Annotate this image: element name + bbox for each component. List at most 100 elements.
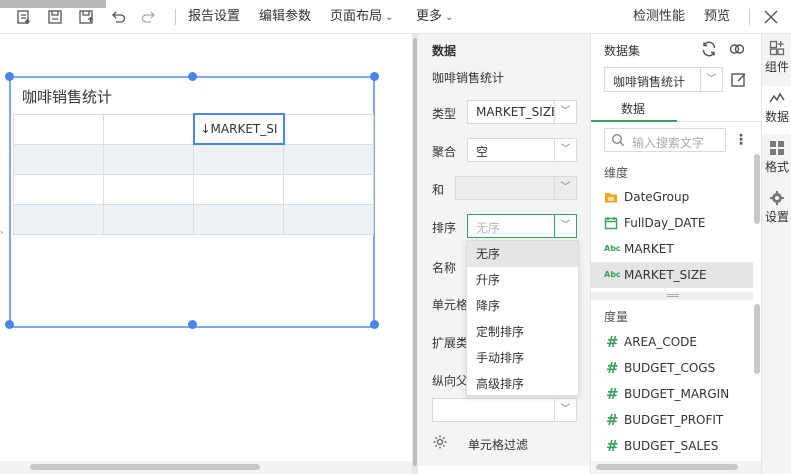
- field-name: DateGroup: [624, 190, 690, 204]
- tab-component[interactable]: 组件: [762, 36, 791, 84]
- table-cell[interactable]: [283, 203, 374, 235]
- table-component[interactable]: 咖啡销售统计 ↓MARKET_SI: [5, 72, 379, 329]
- scrollbar-thumb[interactable]: [596, 464, 738, 470]
- new-report-icon[interactable]: [16, 9, 32, 25]
- measure-field[interactable]: # BUDGET_PROFIT: [591, 407, 753, 433]
- tab-data[interactable]: 数据: [621, 100, 645, 117]
- name-label: 名称: [432, 261, 457, 275]
- more-options-icon[interactable]: ⋮: [734, 130, 748, 150]
- resize-handle[interactable]: [370, 320, 379, 329]
- close-icon[interactable]: [763, 9, 779, 25]
- resize-handle[interactable]: [5, 72, 14, 81]
- table-cell[interactable]: [13, 113, 104, 145]
- table-cell[interactable]: [193, 143, 284, 175]
- dataset-horizontal-scrollbar[interactable]: [591, 461, 762, 474]
- dataset-link-icon[interactable]: [728, 40, 746, 58]
- field-name: BUDGET_SALES: [624, 439, 719, 453]
- gear-icon: [769, 190, 785, 206]
- menu-edit-params[interactable]: 编辑参数: [259, 8, 311, 26]
- aggregation-select[interactable]: 空 ﹀: [467, 138, 577, 162]
- line-chart-icon: [769, 90, 785, 106]
- menu-more[interactable]: 更多 ⌄: [416, 8, 453, 26]
- right-tab-strip: 组件 数据 格式 设置: [761, 34, 791, 474]
- table-cell[interactable]: [283, 113, 374, 145]
- dimension-field[interactable]: DateGroup: [591, 184, 753, 210]
- save-as-icon[interactable]: [78, 9, 94, 25]
- vertical-parent-select[interactable]: ﹀: [432, 398, 577, 422]
- type-label: 类型: [432, 107, 457, 121]
- type-value: MARKET_SIZE: [476, 105, 554, 119]
- table-cell[interactable]: [13, 203, 104, 235]
- canvas-horizontal-scrollbar[interactable]: [0, 461, 412, 474]
- tab-format[interactable]: 格式: [762, 136, 791, 184]
- save-icon[interactable]: [47, 9, 63, 25]
- sort-option[interactable]: 高级排序: [467, 371, 578, 397]
- tab-label: 组件: [764, 60, 789, 74]
- table-cell[interactable]: [13, 143, 104, 175]
- dimension-field[interactable]: Abc MARKET_SIZE: [591, 262, 753, 288]
- resize-handle[interactable]: [5, 320, 14, 329]
- resize-handle[interactable]: [188, 320, 197, 329]
- dimension-field[interactable]: FullDay_DATE: [591, 210, 753, 236]
- resize-handle[interactable]: [188, 72, 197, 81]
- table-cell[interactable]: [283, 173, 374, 205]
- type-select[interactable]: MARKET_SIZE ﹀: [467, 100, 577, 124]
- table-cell[interactable]: [13, 173, 104, 205]
- refresh-icon[interactable]: [700, 40, 718, 58]
- tab-label: 设置: [764, 210, 789, 224]
- sort-select[interactable]: 无序 ﹀: [467, 214, 577, 238]
- preview-button[interactable]: 预览: [704, 8, 730, 26]
- table-cell[interactable]: [103, 113, 194, 145]
- field-name: MARKET_SIZE: [624, 268, 707, 282]
- dimension-field[interactable]: Abc MARKET: [591, 236, 753, 262]
- sort-label: 排序: [432, 221, 457, 235]
- resize-handle[interactable]: [370, 72, 379, 81]
- sort-placeholder: 无序: [476, 221, 501, 235]
- undo-icon[interactable]: [110, 9, 126, 25]
- component-icon: [769, 40, 785, 56]
- scrollbar-thumb[interactable]: [30, 464, 260, 470]
- and-select: ﹀: [455, 176, 577, 200]
- edit-icon[interactable]: [730, 71, 748, 89]
- selected-cell[interactable]: ↓MARKET_SI: [192, 113, 285, 145]
- detect-performance-button[interactable]: 检测性能: [633, 8, 685, 26]
- sort-option[interactable]: 无序: [467, 241, 578, 267]
- menu-report-settings[interactable]: 报告设置: [188, 8, 240, 26]
- table-cell[interactable]: [103, 203, 194, 235]
- table-cell[interactable]: [193, 173, 284, 205]
- sort-option[interactable]: 升序: [467, 267, 578, 293]
- table-cell[interactable]: [193, 203, 284, 235]
- expand-left-icon[interactable]: ›: [0, 228, 8, 246]
- dimension-scrollbar[interactable]: [754, 154, 760, 224]
- menu-page-layout[interactable]: 页面布局 ⌄: [330, 8, 393, 26]
- table-cell[interactable]: [103, 143, 194, 175]
- dataset-selected: 咖啡销售统计: [613, 75, 686, 89]
- chevron-down-icon: ﹀: [554, 101, 576, 123]
- top-toolbar: 报告设置 编辑参数 页面布局 ⌄ 更多 ⌄ 检测性能 预览: [0, 0, 791, 34]
- cell-filter-button[interactable]: 单元格过滤: [468, 436, 528, 453]
- vertical-parent-label: 纵向父: [432, 374, 469, 388]
- sort-option[interactable]: 降序: [467, 293, 578, 319]
- section-splitter[interactable]: [591, 292, 753, 300]
- dataset-select[interactable]: 咖啡销售统计 ﹀: [604, 67, 723, 92]
- redo-icon[interactable]: [141, 9, 157, 25]
- sort-option[interactable]: 定制排序: [467, 319, 578, 345]
- field-search-input[interactable]: 输入搜索文字: [604, 128, 726, 152]
- menu-more-label: 更多: [416, 9, 443, 24]
- number-icon: #: [606, 437, 619, 455]
- tab-data[interactable]: 数据: [762, 86, 791, 134]
- measure-field[interactable]: # AREA_CODE: [591, 329, 753, 355]
- measure-field[interactable]: # BUDGET_SALES: [591, 433, 753, 459]
- scrollbar-thumb[interactable]: [413, 38, 417, 466]
- field-name: AREA_CODE: [624, 335, 697, 349]
- measure-field[interactable]: # BUDGET_MARGIN: [591, 381, 753, 407]
- table-cell[interactable]: [283, 143, 374, 175]
- gear-icon[interactable]: [432, 434, 448, 450]
- dataset-name: 咖啡销售统计: [432, 71, 505, 85]
- table-cell[interactable]: [103, 173, 194, 205]
- chevron-down-icon: ﹀: [554, 215, 576, 237]
- sort-option[interactable]: 手动排序: [467, 345, 578, 371]
- tab-settings[interactable]: 设置: [762, 186, 791, 234]
- measure-scrollbar[interactable]: [754, 304, 760, 374]
- measure-field[interactable]: # BUDGET_COGS: [591, 355, 753, 381]
